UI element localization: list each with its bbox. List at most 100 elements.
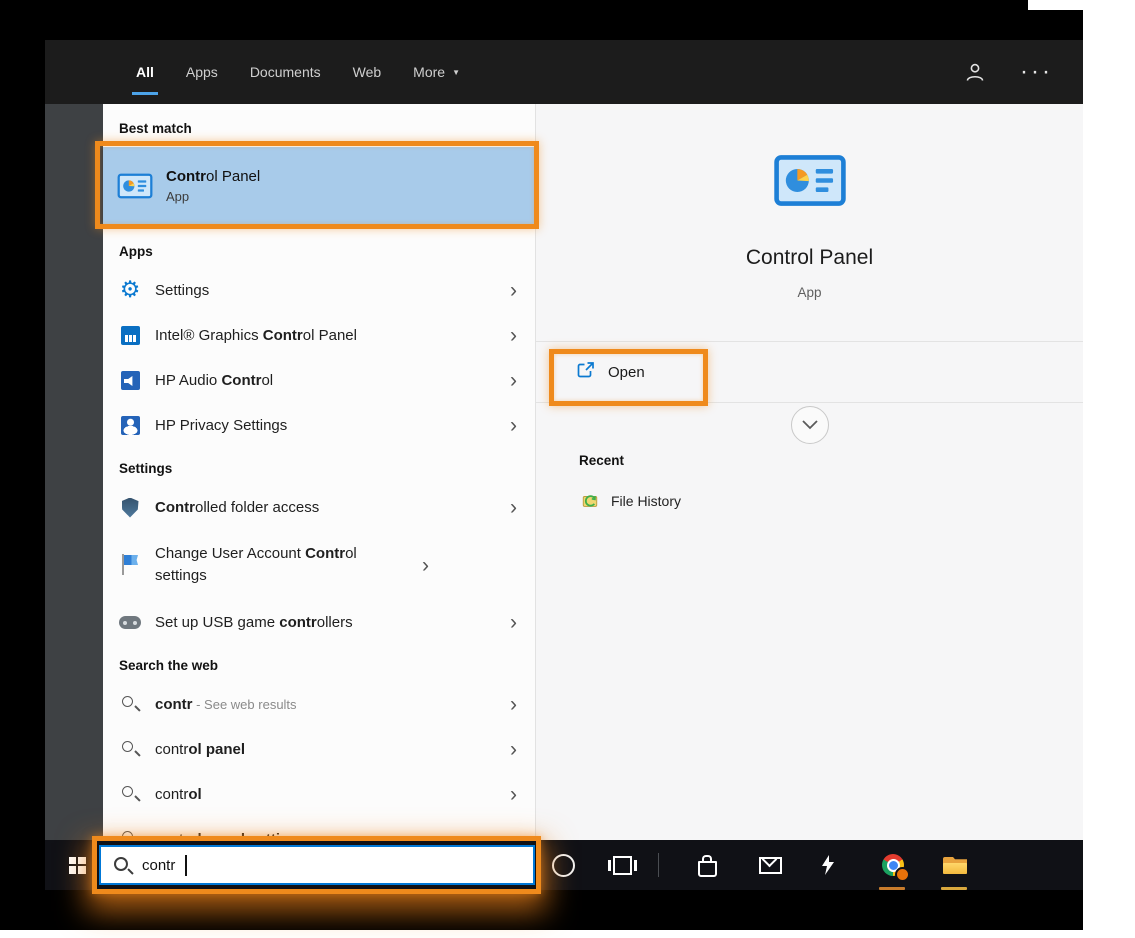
- label-segment: Set up USB game: [155, 614, 279, 631]
- result-label: Controlled folder access: [155, 497, 495, 519]
- mail-button[interactable]: [748, 840, 792, 890]
- label-segment: ol Panel: [206, 168, 260, 185]
- taskbar: contr: [45, 840, 1083, 890]
- result-label: control: [155, 784, 495, 806]
- search-icon: [117, 737, 143, 763]
- best-match-item[interactable]: Control PanelApp: [103, 147, 535, 225]
- lightning-icon: [820, 855, 836, 875]
- label-segment: ol Panel: [303, 327, 357, 344]
- tab-apps[interactable]: Apps: [170, 40, 234, 104]
- control-panel-icon: [117, 173, 153, 199]
- expand-actions-button[interactable]: [791, 406, 829, 444]
- gear-icon: [117, 278, 143, 304]
- result-label: control panel: [155, 739, 495, 761]
- cortana-button[interactable]: [541, 840, 585, 890]
- result-label: Settings: [155, 280, 495, 302]
- chevron-right-icon[interactable]: ›: [495, 612, 517, 633]
- search-icon: [117, 827, 143, 841]
- result-row[interactable]: Set up USB game controllers ›: [103, 600, 535, 645]
- result-row[interactable]: contr - See web results›: [103, 682, 535, 727]
- result-label: contr - See web results: [155, 694, 495, 716]
- search-flyout: AllAppsDocumentsWebMore▼ Best matchContr…: [45, 40, 1083, 890]
- open-button[interactable]: Open: [536, 342, 1083, 402]
- chevron-right-icon[interactable]: ›: [495, 325, 517, 346]
- result-row[interactable]: Intel® Graphics Control Panel›: [103, 313, 535, 358]
- chrome-button[interactable]: [871, 840, 915, 890]
- flash-button[interactable]: [806, 840, 850, 890]
- dropdown-caret-icon: ▼: [452, 68, 460, 77]
- task-view-button[interactable]: [600, 840, 644, 890]
- result-label: Change User Account Control settings: [155, 543, 407, 587]
- label-segment: Contr: [221, 372, 261, 389]
- label-segment: Settings: [155, 282, 209, 299]
- chevron-right-icon[interactable]: ›: [495, 829, 517, 840]
- chevron-right-icon[interactable]: ›: [495, 280, 517, 301]
- chevron-right-icon[interactable]: ›: [495, 415, 517, 436]
- open-label: Open: [608, 364, 645, 381]
- result-label: control panel settings: [155, 829, 495, 840]
- search-tabs: All AppsDocumentsWebMore▼: [120, 40, 476, 104]
- recent-item[interactable]: File History: [568, 482, 1063, 520]
- result-row[interactable]: Settings ›: [103, 268, 535, 313]
- label-segment: Contr: [166, 168, 206, 185]
- text-caret: [185, 855, 187, 876]
- tab-documents[interactable]: Documents: [234, 40, 337, 104]
- tab-web[interactable]: Web: [337, 40, 398, 104]
- label-segment: Contr: [263, 327, 303, 344]
- result-row[interactable]: Controlled folder access›: [103, 485, 535, 530]
- label-segment: contr: [155, 786, 188, 803]
- chevron-right-icon[interactable]: ›: [495, 784, 517, 805]
- frame-top-strip: [0, 0, 1028, 10]
- tab-more[interactable]: More▼: [397, 40, 476, 104]
- result-row[interactable]: Change User Account Control settings›: [103, 530, 535, 600]
- label-segment: olled folder access: [195, 499, 319, 516]
- start-menu-rail: [45, 104, 103, 840]
- more-options-icon[interactable]: [1020, 60, 1053, 84]
- result-row[interactable]: control panel›: [103, 727, 535, 772]
- taskbar-search-input[interactable]: contr: [99, 845, 535, 885]
- taskbar-separator: [658, 853, 659, 877]
- section-header: Settings: [103, 448, 535, 485]
- result-label: HP Audio Control: [155, 370, 495, 392]
- result-label: Intel® Graphics Control Panel: [155, 325, 495, 347]
- chevron-right-icon[interactable]: ›: [495, 370, 517, 391]
- gamepad-icon: [117, 610, 143, 636]
- label-segment: contr: [279, 614, 317, 631]
- flag-icon: [117, 552, 143, 578]
- chevron-right-icon[interactable]: ›: [407, 555, 429, 576]
- label-segment: Change User Account: [155, 545, 305, 562]
- screenshot-canvas: AllAppsDocumentsWebMore▼ Best matchContr…: [0, 0, 1135, 938]
- label-segment: contr: [155, 741, 188, 758]
- chevron-right-icon[interactable]: ›: [495, 739, 517, 760]
- store-button[interactable]: [685, 840, 729, 890]
- result-suffix: - See web results: [193, 697, 297, 712]
- tab-label: All: [136, 64, 154, 80]
- recent-list: File History: [568, 482, 1063, 520]
- chevron-right-icon[interactable]: ›: [495, 497, 517, 518]
- divider: [536, 402, 1083, 403]
- recent-item-label: File History: [611, 493, 681, 509]
- result-row[interactable]: HP Privacy Settings ›: [103, 403, 535, 448]
- search-text: contr: [142, 857, 175, 874]
- search-results-panel: Best matchControl PanelAppAppsSettings›I…: [103, 104, 535, 840]
- result-row[interactable]: control panel settings›: [103, 817, 535, 840]
- label-segment: ol: [188, 786, 201, 803]
- audio-icon: [117, 368, 143, 394]
- label-segment: HP Privacy Settings: [155, 417, 287, 434]
- intel-icon: [117, 323, 143, 349]
- label-segment: ollers: [317, 614, 353, 631]
- account-icon[interactable]: [964, 62, 986, 82]
- chevron-right-icon[interactable]: ›: [495, 694, 517, 715]
- privacy-icon: [117, 413, 143, 439]
- start-button[interactable]: [55, 840, 99, 890]
- result-row[interactable]: HP Audio Control›: [103, 358, 535, 403]
- mail-icon: [759, 857, 782, 874]
- explorer-button[interactable]: [933, 840, 977, 890]
- recent-header: Recent: [579, 453, 624, 468]
- result-row[interactable]: control›: [103, 772, 535, 817]
- label-segment: Intel® Graphics: [155, 327, 263, 344]
- task-view-icon: [613, 856, 632, 875]
- win-pane: [69, 857, 77, 865]
- cortana-icon: [552, 854, 575, 877]
- tab-all[interactable]: All: [120, 40, 170, 104]
